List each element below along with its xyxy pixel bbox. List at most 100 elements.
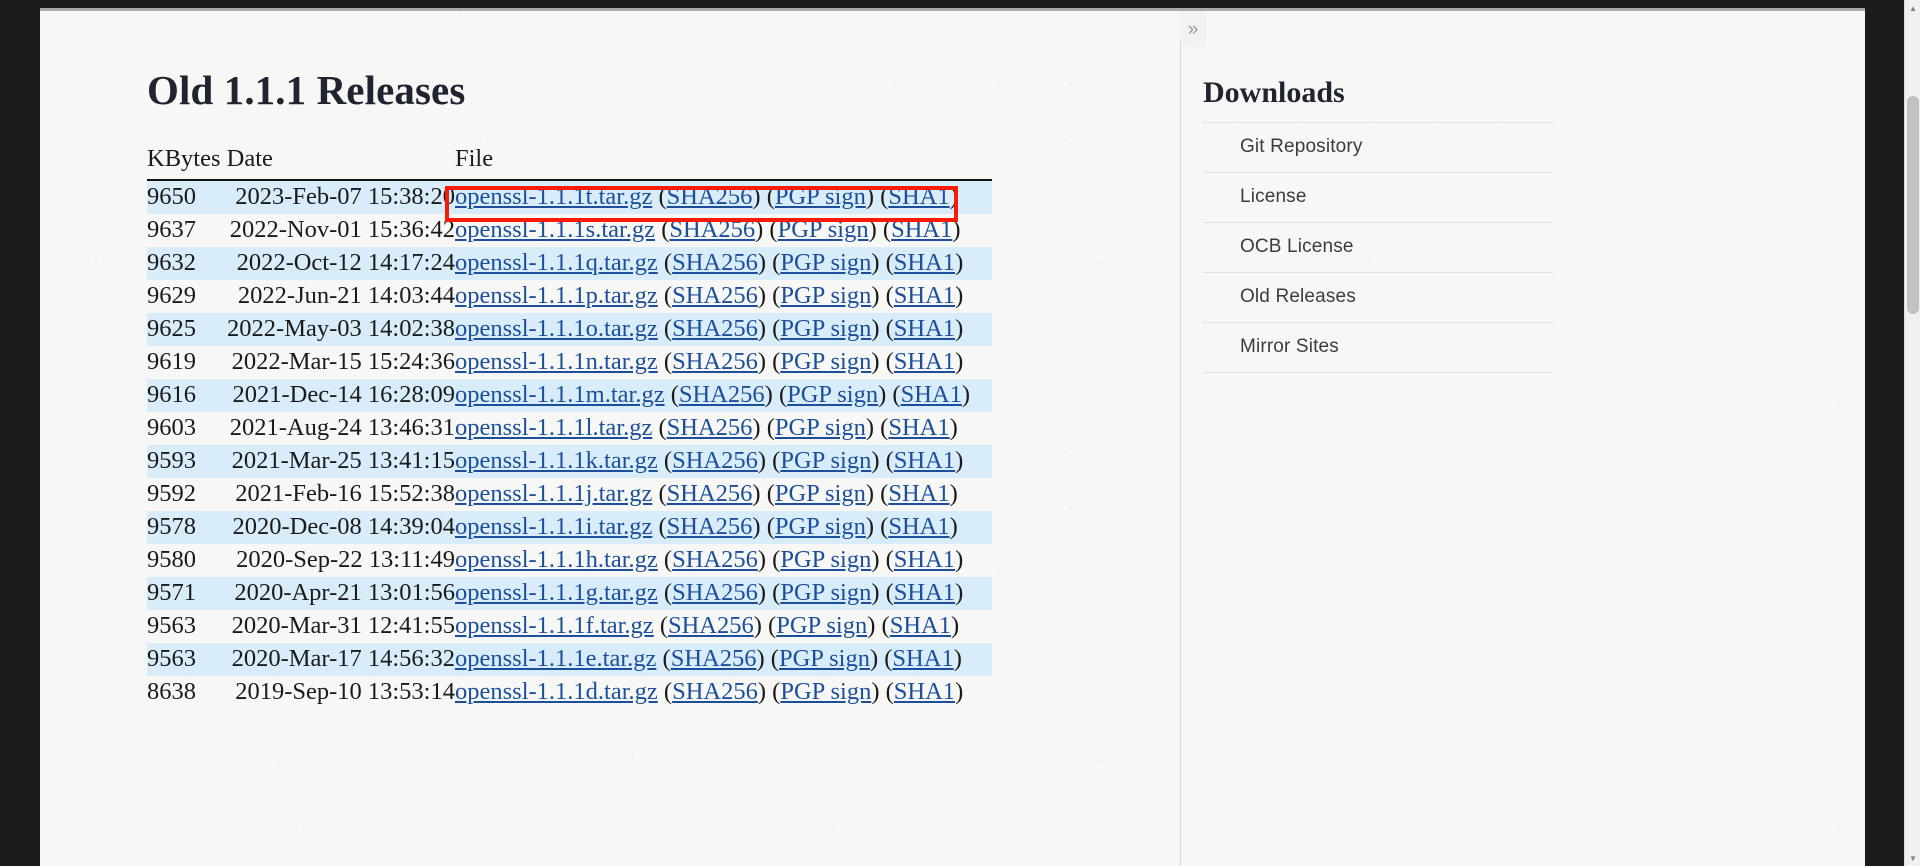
sidebar-item-old-releases[interactable]: Old Releases — [1203, 273, 1553, 323]
vertical-scrollbar-thumb[interactable] — [1907, 96, 1919, 314]
file-download-link[interactable]: openssl-1.1.1m.tar.gz — [455, 381, 665, 408]
cell-date: 2022-Oct-12 14:17:24 — [236, 249, 455, 276]
sha1-link[interactable]: SHA1 — [888, 513, 949, 540]
sha256-link[interactable]: SHA256 — [672, 315, 758, 342]
paren-close: ) — [755, 216, 764, 243]
cell-kbytes: 9563 — [147, 645, 196, 672]
sha256-link[interactable]: SHA256 — [667, 513, 753, 540]
file-download-link[interactable]: openssl-1.1.1h.tar.gz — [455, 546, 658, 573]
pgp-sign-link[interactable]: PGP sign — [775, 513, 866, 540]
file-download-link[interactable]: openssl-1.1.1j.tar.gz — [455, 480, 652, 507]
releases-table: KBytes Date File 9650 2023-Feb-07 15:38:2… — [147, 145, 992, 709]
pgp-sign-link[interactable]: PGP sign — [775, 183, 866, 210]
table-row: 9578 2020-Dec-08 14:39:04 openssl-1.1.1i.t… — [147, 511, 992, 544]
cell-kbytes: 9632 — [147, 249, 196, 276]
pgp-sign-link[interactable]: PGP sign — [778, 216, 869, 243]
sidebar-collapse-toggle-icon[interactable]: » — [1180, 11, 1206, 47]
sha1-link[interactable]: SHA1 — [894, 447, 955, 474]
sha256-link[interactable]: SHA256 — [672, 447, 758, 474]
sha256-link[interactable]: SHA256 — [672, 282, 758, 309]
pgp-sign-link[interactable]: PGP sign — [780, 348, 871, 375]
paren-close: ) — [865, 183, 875, 210]
sha1-link[interactable]: SHA1 — [894, 282, 955, 309]
table-row: 9563 2020-Mar-17 14:56:32 openssl-1.1.1e.t… — [147, 643, 992, 676]
sidebar-item-git-repository[interactable]: Git Repository — [1203, 123, 1553, 173]
paren-close: ) — [949, 183, 958, 210]
sha1-link[interactable]: SHA1 — [890, 612, 951, 639]
pgp-sign-link[interactable]: PGP sign — [775, 480, 866, 507]
pgp-sign-link[interactable]: PGP sign — [779, 645, 870, 672]
file-download-link[interactable]: openssl-1.1.1g.tar.gz — [455, 579, 658, 606]
file-download-link[interactable]: openssl-1.1.1i.tar.gz — [455, 513, 652, 540]
sha256-link[interactable]: SHA256 — [672, 579, 758, 606]
table-row: 9619 2022-Mar-15 15:24:36 openssl-1.1.1n.t… — [147, 346, 992, 379]
sha1-link[interactable]: SHA1 — [894, 546, 955, 573]
sidebar-item-ocb-license[interactable]: OCB License — [1203, 223, 1553, 273]
file-download-link[interactable]: openssl-1.1.1t.tar.gz — [455, 183, 652, 210]
vertical-scrollbar[interactable]: ▲ ▼ — [1904, 0, 1920, 866]
sha256-link[interactable]: SHA256 — [668, 612, 754, 639]
file-download-link[interactable]: openssl-1.1.1e.tar.gz — [455, 645, 656, 672]
pgp-sign-link[interactable]: PGP sign — [780, 447, 871, 474]
sha256-link[interactable]: SHA256 — [667, 183, 753, 210]
sha256-link[interactable]: SHA256 — [671, 645, 757, 672]
cell-date: 2022-Nov-01 15:36:42 — [229, 216, 455, 243]
sha256-link[interactable]: SHA256 — [669, 216, 755, 243]
paren-open: ( — [770, 645, 779, 672]
scroll-down-arrow-icon[interactable]: ▼ — [1905, 850, 1920, 866]
cell-kbytes: 9650 — [147, 183, 196, 210]
paren-open: ( — [766, 414, 775, 441]
sha1-link[interactable]: SHA1 — [888, 414, 949, 441]
file-download-link[interactable]: openssl-1.1.1k.tar.gz — [455, 447, 658, 474]
file-download-link[interactable]: openssl-1.1.1d.tar.gz — [455, 678, 658, 705]
scroll-up-arrow-icon[interactable]: ▲ — [1905, 0, 1920, 16]
sha256-link[interactable]: SHA256 — [667, 414, 753, 441]
sha256-link[interactable]: SHA256 — [672, 678, 758, 705]
sha256-link[interactable]: SHA256 — [672, 249, 758, 276]
pgp-sign-link[interactable]: PGP sign — [780, 678, 871, 705]
paren-close: ) — [757, 546, 767, 573]
sha1-link[interactable]: SHA1 — [894, 678, 955, 705]
file-download-link[interactable]: openssl-1.1.1q.tar.gz — [455, 249, 658, 276]
paren-open: ( — [766, 513, 775, 540]
cell-file: openssl-1.1.1h.tar.gz (SHA256) (PGP sign… — [455, 544, 992, 577]
file-download-link[interactable]: openssl-1.1.1f.tar.gz — [455, 612, 654, 639]
sidebar-item-license[interactable]: License — [1203, 173, 1553, 223]
paren-close: ) — [955, 447, 964, 474]
sha256-link[interactable]: SHA256 — [679, 381, 765, 408]
pgp-sign-link[interactable]: PGP sign — [787, 381, 878, 408]
pgp-sign-link[interactable]: PGP sign — [780, 579, 871, 606]
cell-kbytes: 9619 — [147, 348, 196, 375]
sha256-link[interactable]: SHA256 — [667, 480, 753, 507]
paren-open: ( — [663, 315, 673, 342]
table-row: 9625 2022-May-03 14:02:38 openssl-1.1.1o.t… — [147, 313, 992, 346]
paren-open: ( — [892, 381, 901, 408]
sha1-link[interactable]: SHA1 — [888, 183, 949, 210]
pgp-sign-link[interactable]: PGP sign — [780, 315, 871, 342]
pgp-sign-link[interactable]: PGP sign — [775, 414, 866, 441]
pgp-sign-link[interactable]: PGP sign — [780, 249, 871, 276]
cell-file: openssl-1.1.1p.tar.gz (SHA256) (PGP sign… — [455, 280, 992, 313]
sha1-link[interactable]: SHA1 — [891, 216, 952, 243]
file-download-link[interactable]: openssl-1.1.1l.tar.gz — [455, 414, 652, 441]
sha256-link[interactable]: SHA256 — [672, 348, 758, 375]
sha1-link[interactable]: SHA1 — [894, 348, 955, 375]
file-download-link[interactable]: openssl-1.1.1n.tar.gz — [455, 348, 658, 375]
sha1-link[interactable]: SHA1 — [892, 645, 953, 672]
paren-open: ( — [658, 414, 667, 441]
sha1-link[interactable]: SHA1 — [901, 381, 962, 408]
sha1-link[interactable]: SHA1 — [894, 315, 955, 342]
sha1-link[interactable]: SHA1 — [888, 480, 949, 507]
pgp-sign-link[interactable]: PGP sign — [776, 612, 867, 639]
sha256-link[interactable]: SHA256 — [672, 546, 758, 573]
pgp-sign-link[interactable]: PGP sign — [780, 546, 871, 573]
sha1-link[interactable]: SHA1 — [894, 579, 955, 606]
sidebar-item-mirror-sites[interactable]: Mirror Sites — [1203, 323, 1553, 373]
file-download-link[interactable]: openssl-1.1.1o.tar.gz — [455, 315, 658, 342]
sha1-link[interactable]: SHA1 — [894, 249, 955, 276]
paren-close: ) — [878, 381, 887, 408]
cell-file: openssl-1.1.1f.tar.gz (SHA256) (PGP sign… — [455, 610, 992, 643]
file-download-link[interactable]: openssl-1.1.1p.tar.gz — [455, 282, 658, 309]
file-download-link[interactable]: openssl-1.1.1s.tar.gz — [455, 216, 655, 243]
pgp-sign-link[interactable]: PGP sign — [780, 282, 871, 309]
